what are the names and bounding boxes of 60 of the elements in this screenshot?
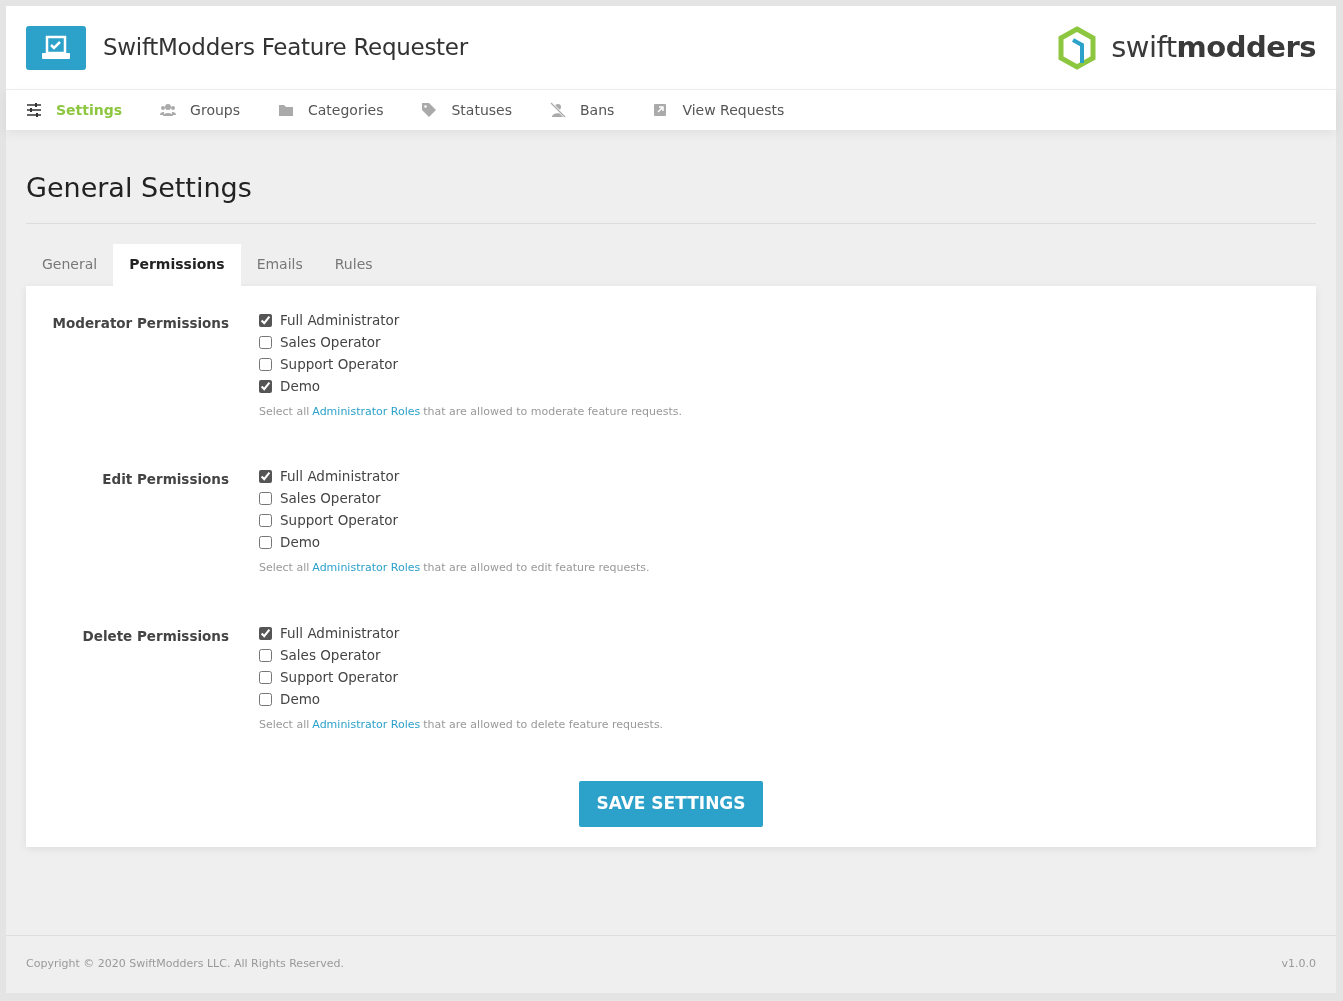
app-title: SwiftModders Feature Requester <box>103 33 468 63</box>
role-checkbox[interactable] <box>259 648 272 662</box>
checkbox-label: Demo <box>280 533 321 553</box>
checkbox-label: Demo <box>280 376 321 396</box>
help-text: Select all <box>259 716 310 733</box>
administrator-roles-link[interactable]: Administrator Roles <box>312 403 421 420</box>
section-label: Delete Permissions <box>81 626 229 646</box>
nav-link[interactable]: Categories <box>278 99 384 121</box>
help-text: that are allowed to delete feature requests. <box>423 716 664 733</box>
checkbox-label: Support Operator <box>280 354 399 374</box>
settings-tab[interactable]: General <box>26 243 114 286</box>
nav-link[interactable]: Groups <box>160 99 240 121</box>
version-text: v1.0.0 <box>1281 956 1316 973</box>
sliders-icon <box>26 102 42 118</box>
checkbox-label: Sales Operator <box>280 332 381 352</box>
checkbox-label: Support Operator <box>280 667 399 687</box>
role-checkbox[interactable] <box>259 335 272 349</box>
checkbox-label: Full Administrator <box>280 467 400 487</box>
settings-tab[interactable]: Rules <box>318 243 389 286</box>
copyright-text: Copyright © 2020 SwiftModders LLC. All Rights Reserved. <box>26 956 344 973</box>
role-checkbox[interactable] <box>259 492 272 505</box>
settings-tab[interactable]: Permissions <box>113 243 241 286</box>
nav-link[interactable]: Settings <box>26 99 123 121</box>
help-text: Select all <box>259 560 310 576</box>
brand-wordmark: swiftmodders <box>1111 28 1316 66</box>
checkbox-label: Sales Operator <box>280 489 381 509</box>
nav-link[interactable]: Bans <box>550 99 615 121</box>
role-checkbox[interactable] <box>259 514 272 527</box>
checkbox-label: Demo <box>280 689 321 709</box>
tag-icon <box>421 102 438 118</box>
checkbox-label: Support Operator <box>280 511 399 531</box>
external-link-icon <box>652 102 669 118</box>
save-settings-button[interactable]: SAVE SETTINGS <box>579 781 763 827</box>
administrator-roles-link[interactable]: Administrator Roles <box>312 716 421 733</box>
help-text: that are allowed to moderate feature requests. <box>423 403 682 420</box>
administrator-roles-link[interactable]: Administrator Roles <box>312 560 421 577</box>
help-text: that are allowed to edit feature requests. <box>423 560 650 576</box>
user-slash-icon <box>550 102 566 118</box>
role-checkbox[interactable] <box>259 379 272 393</box>
role-checkbox[interactable] <box>259 313 272 327</box>
nav-link[interactable]: View Requests <box>652 99 785 121</box>
app-logo-icon <box>26 25 86 70</box>
role-checkbox[interactable] <box>259 670 272 684</box>
role-checkbox[interactable] <box>259 470 272 483</box>
role-checkbox[interactable] <box>259 692 272 706</box>
checkbox-label: Full Administrator <box>280 310 400 330</box>
users-icon <box>160 102 177 118</box>
page-title: General Settings <box>26 168 1316 224</box>
role-checkbox[interactable] <box>259 536 272 549</box>
role-checkbox[interactable] <box>259 626 272 640</box>
section-label: Edit Permissions <box>101 470 229 489</box>
help-text: Select all <box>259 403 310 420</box>
cube-logo-icon <box>1057 25 1098 70</box>
nav-link[interactable]: Statuses <box>421 99 512 121</box>
folder-icon <box>278 102 294 118</box>
section-label: Moderator Permissions <box>51 313 229 333</box>
checkbox-label: Full Administrator <box>280 623 400 643</box>
checkbox-label: Sales Operator <box>280 645 381 665</box>
settings-tab[interactable]: Emails <box>240 243 319 286</box>
role-checkbox[interactable] <box>259 357 272 371</box>
